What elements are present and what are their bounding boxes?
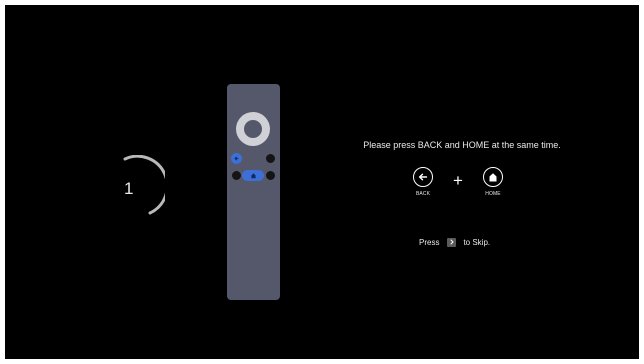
instruction-text: Please press BACK and HOME at the same t… [363,140,561,150]
home-key: HOME [471,167,515,197]
back-key: BACK [401,167,445,197]
skip-text-before: Press [419,237,440,247]
home-icon [250,173,256,179]
remote-button [266,171,275,180]
remote-illustration [227,84,280,300]
dpad [236,112,270,146]
back-arrow-icon [418,173,428,181]
skip-hint: Press to Skip. [419,236,490,248]
countdown-number: 1 [124,179,134,198]
home-icon [489,173,497,182]
countdown: 1 [115,154,169,219]
chevron-right-icon [450,239,454,245]
home-key-circle [483,167,503,187]
right-key-icon [447,237,457,247]
screen: 1 Please press BACK and HOME at the same… [5,5,639,359]
remote-button [266,154,275,163]
plus-sign: + [453,171,463,190]
back-key-label: BACK [415,191,431,197]
countdown-arc [123,154,169,215]
remote-button [232,171,241,180]
skip-text-after: to Skip. [463,237,491,247]
remote-home-button [242,170,264,181]
back-key-circle [413,167,433,187]
dpad-center [244,120,262,138]
back-icon [234,156,239,161]
remote-back-button [231,153,242,164]
home-key-label: HOME [485,191,501,197]
